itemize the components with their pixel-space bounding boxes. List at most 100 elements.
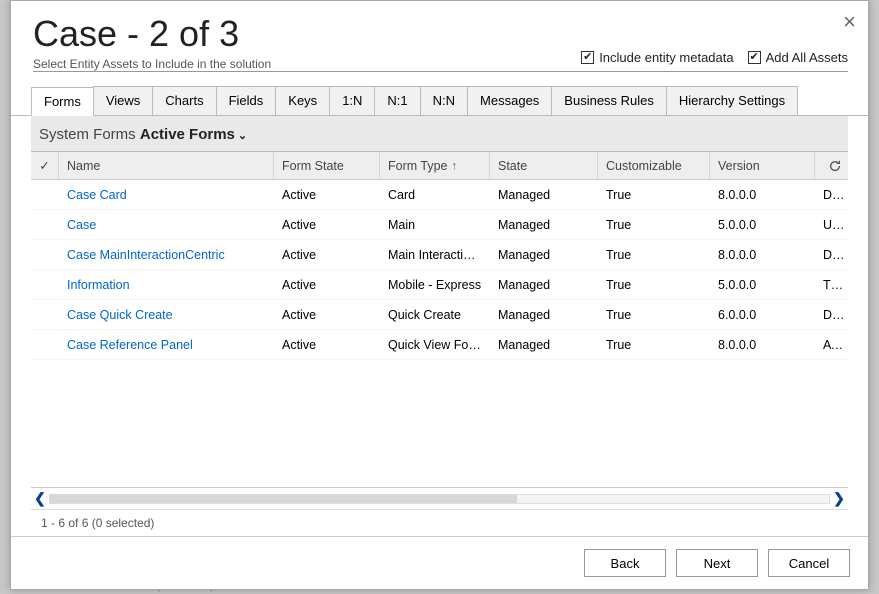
col-form-type[interactable]: Form Type↑	[380, 152, 490, 179]
table-row[interactable]: InformationActiveMobile - ExpressManaged…	[31, 270, 848, 300]
row-version: 5.0.0.0	[710, 212, 815, 238]
wizard-dialog: × Case - 2 of 3 Select Entity Assets to …	[10, 0, 869, 590]
row-customizable: True	[598, 212, 710, 238]
row-name-link[interactable]: Case	[59, 212, 274, 238]
row-checkbox[interactable]	[31, 339, 59, 351]
row-name-link[interactable]: Case Reference Panel	[59, 332, 274, 358]
tab-forms[interactable]: Forms	[31, 87, 94, 116]
row-state: Managed	[490, 182, 598, 208]
next-button[interactable]: Next	[676, 549, 758, 577]
tab-hierarchy-settings[interactable]: Hierarchy Settings	[666, 86, 798, 115]
tab-charts[interactable]: Charts	[152, 86, 216, 115]
row-state: Managed	[490, 242, 598, 268]
row-form-type: Mobile - Express	[380, 272, 490, 298]
scroll-track[interactable]	[49, 494, 830, 504]
grid-title: System Forms	[39, 126, 136, 143]
row-description: Def	[815, 302, 848, 328]
row-name-link[interactable]: Case Quick Create	[59, 302, 274, 328]
scroll-left-icon[interactable]: ❮	[31, 490, 49, 507]
row-form-state: Active	[274, 182, 380, 208]
view-selector[interactable]: Active Forms⌄	[140, 126, 247, 143]
row-checkbox[interactable]	[31, 309, 59, 321]
row-customizable: True	[598, 332, 710, 358]
row-form-state: Active	[274, 212, 380, 238]
tab-n-n[interactable]: N:N	[420, 86, 468, 115]
row-customizable: True	[598, 272, 710, 298]
sort-asc-icon: ↑	[452, 160, 458, 172]
tab-strip: FormsViewsChartsFieldsKeys1:NN:1N:NMessa…	[11, 78, 868, 116]
row-checkbox[interactable]	[31, 219, 59, 231]
row-form-type: Quick View Form	[380, 332, 490, 358]
view-name: Active Forms	[140, 126, 235, 143]
grid-title-bar: System Forms Active Forms⌄	[31, 116, 848, 151]
row-checkbox[interactable]	[31, 279, 59, 291]
row-form-type: Main	[380, 212, 490, 238]
table-row[interactable]: CaseActiveMainManagedTrue5.0.0.0Upd	[31, 210, 848, 240]
tab-fields[interactable]: Fields	[216, 86, 277, 115]
col-state[interactable]: State	[490, 152, 598, 179]
tab-business-rules[interactable]: Business Rules	[551, 86, 667, 115]
checkbox-label: Add All Assets	[766, 50, 848, 65]
col-version[interactable]: Version	[710, 152, 815, 179]
row-description: Upd	[815, 212, 848, 238]
close-icon[interactable]: ×	[843, 9, 856, 35]
grid-status: 1 - 6 of 6 (0 selected)	[31, 509, 848, 536]
col-form-state[interactable]: Form State	[274, 152, 380, 179]
row-version: 8.0.0.0	[710, 242, 815, 268]
checkbox-icon: ✔	[748, 51, 761, 64]
refresh-icon	[828, 159, 842, 173]
tab-messages[interactable]: Messages	[467, 86, 552, 115]
row-form-state: Active	[274, 242, 380, 268]
select-all-checkbox[interactable]: ✓	[31, 152, 59, 179]
row-state: Managed	[490, 272, 598, 298]
row-state: Managed	[490, 212, 598, 238]
row-description: This	[815, 272, 848, 298]
scroll-right-icon[interactable]: ❯	[830, 490, 848, 507]
row-name-link[interactable]: Information	[59, 272, 274, 298]
back-button[interactable]: Back	[584, 549, 666, 577]
tab-n-1[interactable]: N:1	[374, 86, 420, 115]
grid-rows: Case CardActiveCardManagedTrue8.0.0.0Def…	[31, 180, 848, 487]
cancel-button[interactable]: Cancel	[768, 549, 850, 577]
checkbox-label: Include entity metadata	[599, 50, 733, 65]
row-description: Def	[815, 182, 848, 208]
add-all-assets-checkbox[interactable]: ✔ Add All Assets	[748, 50, 848, 65]
checkbox-icon: ✔	[581, 51, 594, 64]
row-form-state: Active	[274, 332, 380, 358]
table-row[interactable]: Case Quick CreateActiveQuick CreateManag…	[31, 300, 848, 330]
row-customizable: True	[598, 302, 710, 328]
row-customizable: True	[598, 242, 710, 268]
table-row[interactable]: Case CardActiveCardManagedTrue8.0.0.0Def	[31, 180, 848, 210]
row-checkbox[interactable]	[31, 249, 59, 261]
row-state: Managed	[490, 302, 598, 328]
chevron-down-icon: ⌄	[238, 130, 247, 142]
page-subtitle: Select Entity Assets to Include in the s…	[33, 57, 271, 71]
row-description: Def	[815, 242, 848, 268]
tab-keys[interactable]: Keys	[275, 86, 330, 115]
scroll-thumb[interactable]	[50, 495, 517, 503]
grid-area: System Forms Active Forms⌄ ✓ Name Form S…	[31, 116, 848, 536]
refresh-button[interactable]	[815, 152, 848, 179]
tab-1-n[interactable]: 1:N	[329, 86, 375, 115]
table-row[interactable]: Case Reference PanelActiveQuick View For…	[31, 330, 848, 360]
row-description: A fo	[815, 332, 848, 358]
col-name[interactable]: Name	[59, 152, 274, 179]
include-entity-metadata-checkbox[interactable]: ✔ Include entity metadata	[581, 50, 733, 65]
row-form-type: Main Interaction...	[380, 242, 490, 268]
row-form-type: Quick Create	[380, 302, 490, 328]
row-version: 8.0.0.0	[710, 332, 815, 358]
dialog-header: Case - 2 of 3 Select Entity Assets to In…	[11, 1, 868, 78]
row-version: 8.0.0.0	[710, 182, 815, 208]
horizontal-scrollbar[interactable]: ❮ ❯	[31, 487, 848, 509]
row-checkbox[interactable]	[31, 189, 59, 201]
row-form-state: Active	[274, 302, 380, 328]
tab-views[interactable]: Views	[93, 86, 153, 115]
row-name-link[interactable]: Case MainInteractionCentric	[59, 242, 274, 268]
row-name-link[interactable]: Case Card	[59, 182, 274, 208]
col-customizable[interactable]: Customizable	[598, 152, 710, 179]
row-customizable: True	[598, 182, 710, 208]
table-row[interactable]: Case MainInteractionCentricActiveMain In…	[31, 240, 848, 270]
row-version: 5.0.0.0	[710, 272, 815, 298]
column-header-row: ✓ Name Form State Form Type↑ State Custo…	[31, 151, 848, 180]
row-version: 6.0.0.0	[710, 302, 815, 328]
